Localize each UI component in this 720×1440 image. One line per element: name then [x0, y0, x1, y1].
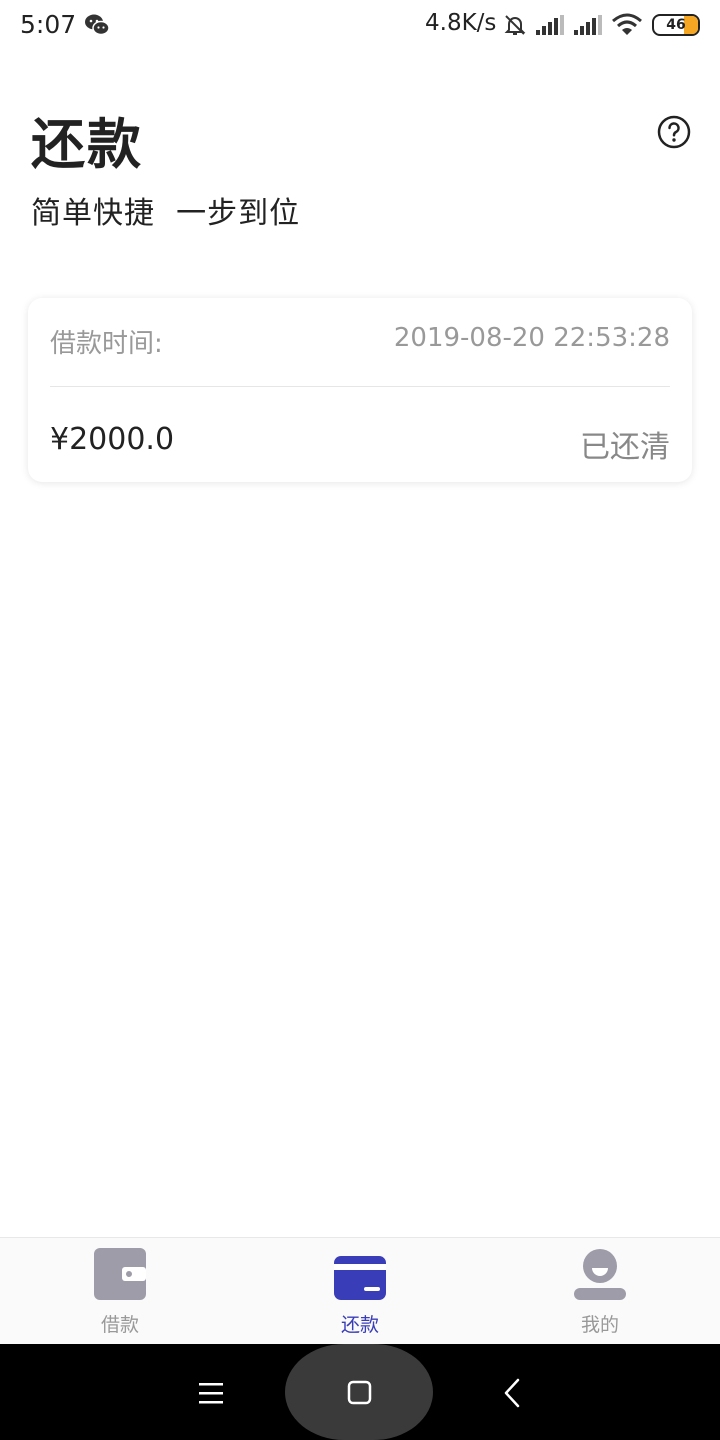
back-icon[interactable]	[501, 1378, 523, 1408]
battery-percent: 46	[666, 17, 686, 33]
tab-label: 我的	[580, 1314, 619, 1336]
page-subtitle: 简单快捷 一步到位	[31, 196, 301, 231]
bottom-tab-bar: 借款 还款 我的	[0, 1237, 720, 1344]
tab-label: 还款	[340, 1314, 379, 1336]
battery-icon: 46	[652, 14, 700, 36]
help-circle-icon[interactable]	[657, 115, 691, 149]
page-title: 还款	[31, 113, 143, 176]
wallet-icon	[94, 1248, 146, 1300]
status-time: 5:07	[20, 10, 77, 39]
tab-repay[interactable]: 还款	[240, 1238, 480, 1345]
loan-record-card[interactable]: 借款时间: 2019-08-20 22:53:28 ¥2000.0 已还清	[28, 298, 692, 482]
system-nav-bar	[0, 1344, 720, 1440]
menu-icon[interactable]	[199, 1381, 223, 1405]
card-divider	[50, 386, 670, 387]
card-icon	[334, 1256, 386, 1300]
profile-icon	[574, 1249, 626, 1300]
loan-time-label: 借款时间:	[50, 329, 163, 359]
signal-icon	[574, 15, 602, 35]
wechat-icon	[85, 14, 110, 36]
status-bar: 5:07 4.8K/s 46	[0, 0, 720, 52]
tab-mine[interactable]: 我的	[480, 1238, 720, 1345]
network-speed: 4.8K/s	[425, 10, 497, 36]
bell-muted-icon	[504, 15, 526, 35]
home-icon[interactable]	[347, 1380, 372, 1405]
signal-icon	[536, 15, 564, 35]
loan-time-value: 2019-08-20 22:53:28	[393, 323, 670, 353]
repayment-status: 已还清	[580, 430, 670, 465]
tab-label: 借款	[100, 1314, 139, 1336]
wifi-icon	[612, 13, 642, 35]
tab-borrow[interactable]: 借款	[0, 1238, 240, 1345]
loan-amount: ¥2000.0	[50, 422, 175, 457]
